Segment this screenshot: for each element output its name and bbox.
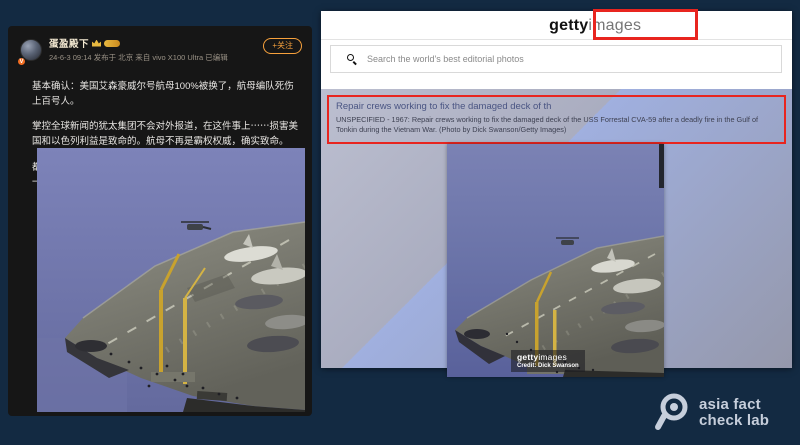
getty-result-content: Repair crews working to fix the damaged … [321,89,792,368]
fact-check-composite: V 蛋盈殿下 24-6-3 09:14 发布于 北京 来自 vivo X100 … [0,0,800,445]
weibo-post-panel: V 蛋盈殿下 24-6-3 09:14 发布于 北京 来自 vivo X100 … [8,26,312,416]
weibo-post-header: V 蛋盈殿下 24-6-3 09:14 发布于 北京 来自 vivo X100 … [15,33,305,79]
getty-logo[interactable]: gettyimages [549,17,641,35]
search-icon [347,54,357,64]
getty-images-panel: gettyimages Repair crews working to fix … [321,11,792,368]
verified-v-badge: V [17,57,26,66]
follow-button[interactable]: +关注 [263,38,302,54]
result-title-link[interactable]: Repair crews working to fix the damaged … [336,101,777,112]
crown-icon [92,40,101,47]
post-paragraph-2: 掌控全球新闻的犹太集团不会对外报道，在这件事上⋯⋯损害美国和以色列利益是致命的。… [32,120,298,149]
weibo-carrier-photo[interactable] [37,148,305,412]
post-paragraph-1: 基本确认：美国艾森豪威尔号航母100%被换了，航母编队死伤上百号人。 [32,80,298,109]
magnifier-logo-icon [652,391,692,435]
search-input[interactable] [367,54,781,64]
weibo-post-meta: 24-6-3 09:14 发布于 北京 来自 vivo X100 Ultra 已… [49,52,228,63]
red-annotation-box-caption: Repair crews working to fix the damaged … [327,95,786,144]
weibo-username[interactable]: 蛋盈殿下 [49,36,89,50]
getty-logo-light: images [588,17,641,34]
getty-watermark: gettyimages Credit: Dick Swanson [511,350,585,372]
getty-carrier-photo[interactable]: gettyimages Credit: Dick Swanson [447,144,664,377]
getty-header: gettyimages [321,11,792,40]
result-caption-text: UNSPECIFIED - 1967: Repair crews working… [336,115,777,135]
getty-logo-bold: getty [549,17,588,34]
vip-level-badge-icon [104,40,120,47]
asia-fact-check-lab-logo: asia fact check lab [652,391,769,435]
carrier-photo-illustration [447,144,664,377]
watermark-credit: Credit: Dick Swanson [517,363,579,369]
carrier-photo-illustration [37,148,305,412]
search-box [330,45,782,73]
asia-fact-check-lab-text: asia fact check lab [699,397,769,429]
getty-search-area [321,41,792,89]
